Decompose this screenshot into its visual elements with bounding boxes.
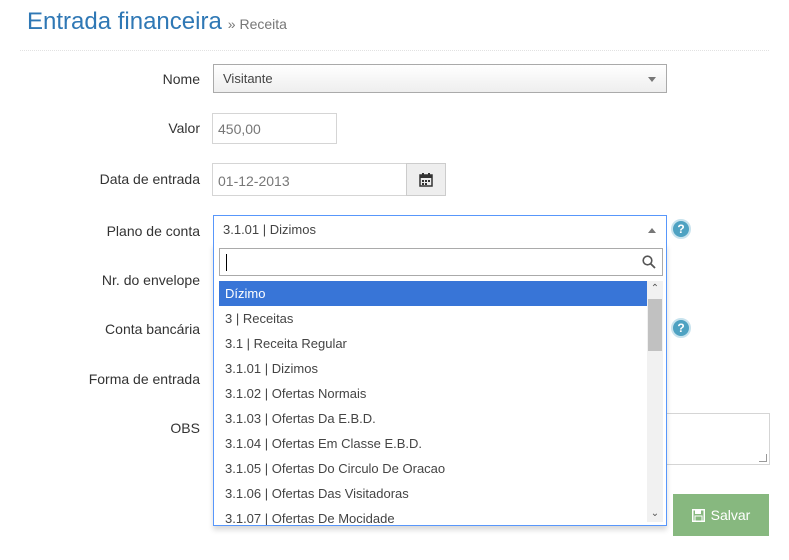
- dropdown-option[interactable]: 3.1.05 | Ofertas Do Circulo De Oracao: [219, 456, 647, 481]
- save-button-label: Salvar: [710, 507, 751, 523]
- dropdown-scrollbar[interactable]: ⌃ ⌄: [647, 281, 663, 522]
- valor-input[interactable]: 450,00: [212, 113, 337, 144]
- dropdown-results: Dízimo 3 | Receitas 3.1 | Receita Regula…: [219, 281, 647, 525]
- floppy-disk-icon: [691, 509, 705, 522]
- save-button[interactable]: Salvar: [673, 494, 769, 536]
- page-title-main: Entrada financeira: [27, 8, 222, 35]
- dropdown-option[interactable]: 3.1.06 | Ofertas Das Visitadoras: [219, 481, 647, 506]
- search-icon: [642, 255, 656, 269]
- resize-handle[interactable]: [759, 454, 767, 462]
- forma-entrada-label: Forma de entrada: [88, 371, 200, 387]
- header-divider: [20, 50, 769, 51]
- plano-conta-value: 3.1.01 | Dizimos: [223, 222, 316, 237]
- data-entrada-input[interactable]: 01-12-2013: [212, 163, 407, 196]
- chevron-up-icon: [648, 228, 656, 233]
- dropdown-option[interactable]: Dízimo: [219, 281, 647, 306]
- conta-bancaria-label: Conta bancária: [105, 321, 200, 337]
- nome-select[interactable]: Visitante: [213, 64, 667, 93]
- dropdown-search-input[interactable]: [219, 248, 663, 276]
- help-icon[interactable]: ?: [671, 318, 691, 338]
- calendar-icon: [419, 173, 433, 187]
- help-icon[interactable]: ?: [671, 219, 691, 239]
- dropdown-option[interactable]: 3.1.07 | Ofertas De Mocidade: [219, 506, 647, 525]
- calendar-button[interactable]: [406, 163, 446, 196]
- dropdown-option[interactable]: 3.1.03 | Ofertas Da E.B.D.: [219, 406, 647, 431]
- nr-envelope-label: Nr. do envelope: [101, 272, 200, 288]
- valor-input-value: 450,00: [218, 121, 261, 137]
- nome-label: Nome: [162, 71, 200, 87]
- valor-label: Valor: [168, 120, 200, 136]
- nome-select-value: Visitante: [223, 71, 273, 86]
- plano-conta-dropdown[interactable]: Dízimo 3 | Receitas 3.1 | Receita Regula…: [213, 243, 667, 526]
- scrollbar-thumb[interactable]: [648, 299, 662, 351]
- data-entrada-label: Data de entrada: [99, 171, 200, 187]
- dropdown-option[interactable]: 3.1 | Receita Regular: [219, 331, 647, 356]
- breadcrumb: » Receita: [227, 16, 287, 32]
- page-title: Entrada financeira » Receita: [27, 8, 287, 36]
- data-entrada-value: 01-12-2013: [218, 173, 290, 189]
- scroll-down-icon[interactable]: ⌄: [647, 506, 663, 522]
- plano-conta-label: Plano de conta: [106, 223, 200, 239]
- scroll-up-icon[interactable]: ⌃: [647, 281, 663, 297]
- dropdown-option[interactable]: 3.1.01 | Dizimos: [219, 356, 647, 381]
- dropdown-option[interactable]: 3.1.02 | Ofertas Normais: [219, 381, 647, 406]
- dropdown-option[interactable]: 3 | Receitas: [219, 306, 647, 331]
- dropdown-option[interactable]: 3.1.04 | Ofertas Em Classe E.B.D.: [219, 431, 647, 456]
- obs-label: OBS: [170, 420, 200, 436]
- chevron-down-icon: [648, 77, 656, 82]
- plano-conta-select[interactable]: 3.1.01 | Dizimos: [213, 215, 667, 244]
- text-cursor: [226, 254, 227, 271]
